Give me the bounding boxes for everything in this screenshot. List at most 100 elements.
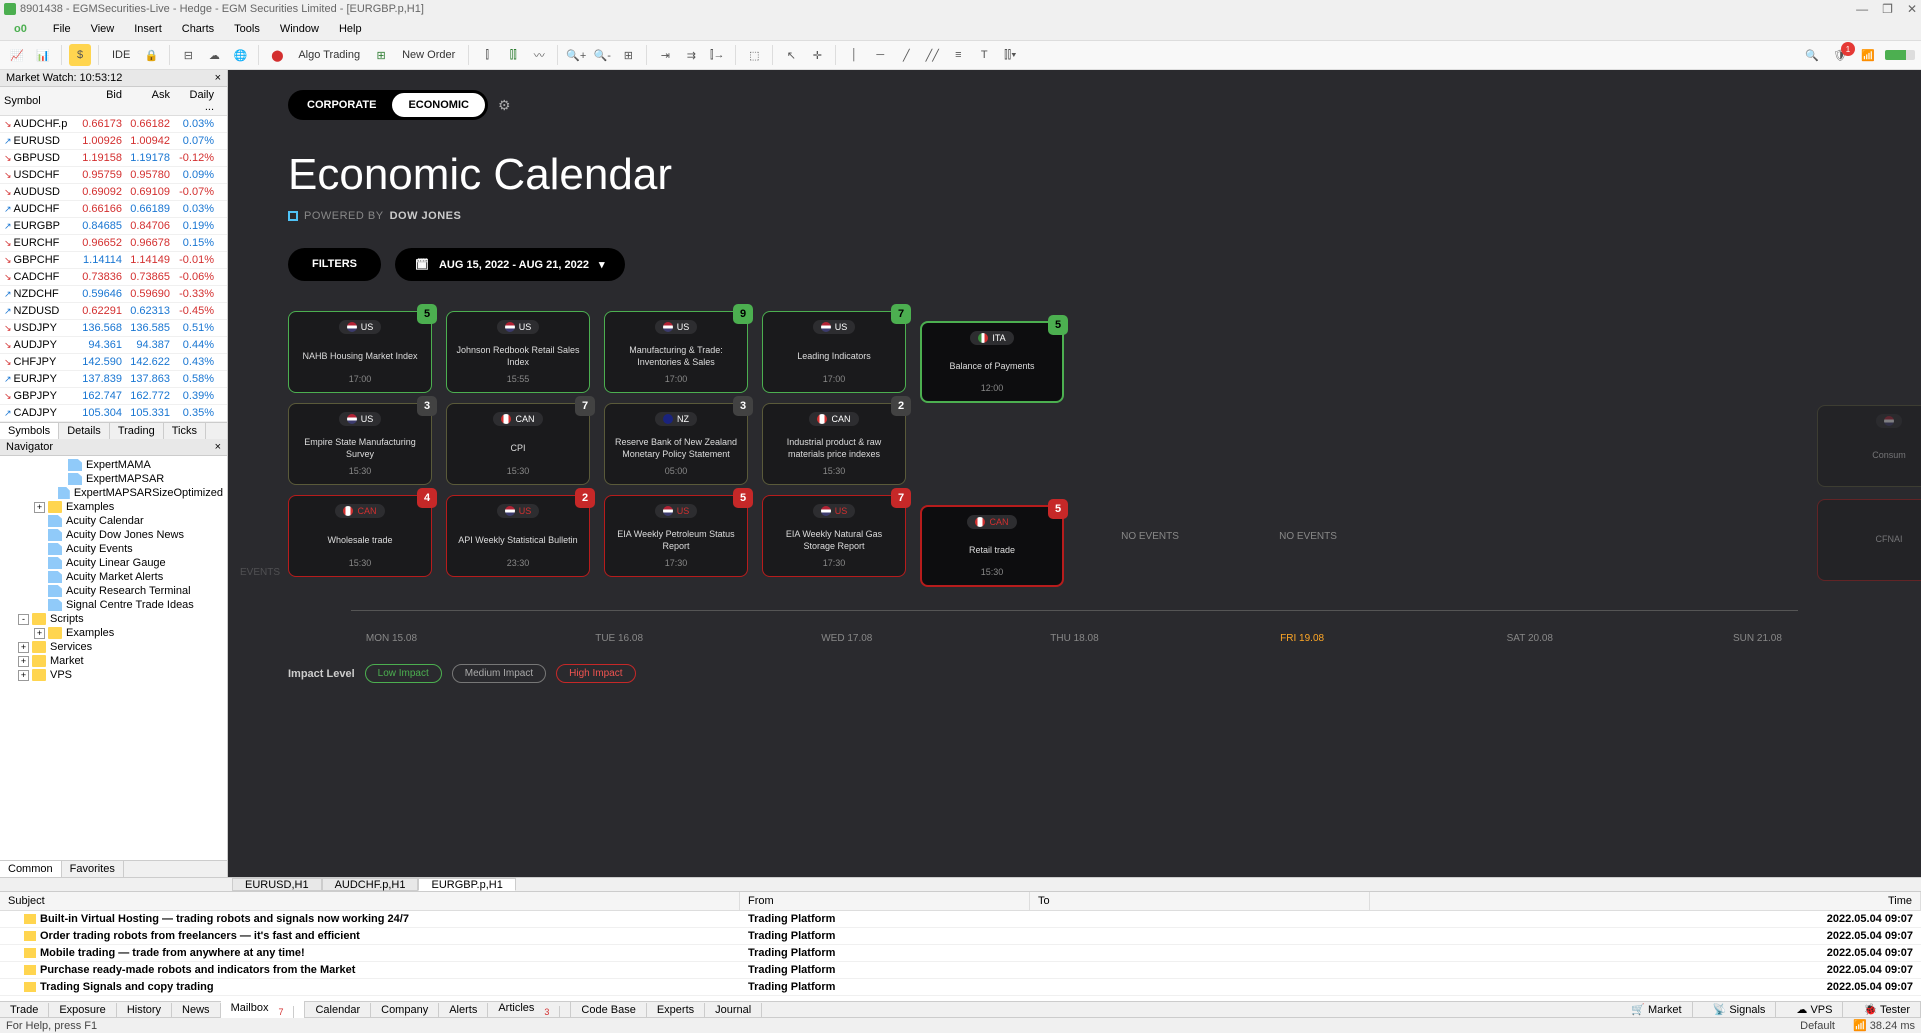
autoscroll-icon[interactable]: ⇉ [680,44,702,66]
fibo-icon[interactable]: ≡ [947,44,969,66]
event-card[interactable]: 5USNAHB Housing Market Index17:00 [288,311,432,393]
chart-tab[interactable]: EURUSD,H1 [232,878,322,891]
pill-economic[interactable]: ECONOMIC [392,93,485,117]
line-icon[interactable]: 〰 [528,44,550,66]
new-order-button[interactable]: New Order [396,47,461,63]
step-icon[interactable]: ⫿→ [706,44,728,66]
navigator-item[interactable]: ExpertMAPSAR [0,472,227,486]
market-watch-row[interactable]: ↗AUDCHF0.661660.661890.03% [0,201,227,218]
navigator-item[interactable]: +Market [0,654,227,668]
hline-icon[interactable]: ─ [869,44,891,66]
toolbox-tab[interactable]: Trade [0,1003,49,1017]
menu-tools[interactable]: Tools [226,21,268,37]
navigator-item[interactable]: Acuity Calendar [0,514,227,528]
alert-icon[interactable]: 🛡1 [1829,44,1851,66]
market-watch-row[interactable]: ↘GBPJPY162.747162.7720.39% [0,388,227,405]
trend-icon[interactable]: ╱ [895,44,917,66]
toolbox-tab[interactable]: History [117,1003,172,1017]
navigator-item[interactable]: Acuity Dow Jones News [0,528,227,542]
mailbox-row[interactable]: Trading Signals and copy tradingTrading … [0,979,1921,996]
market-watch-row[interactable]: ↘AUDCHF.p0.661730.661820.03% [0,116,227,133]
market-watch-row[interactable]: ↗NZDCHF0.596460.59690-0.33% [0,286,227,303]
toolbox-tab[interactable]: Company [371,1003,439,1017]
impact-low[interactable]: Low Impact [365,664,442,683]
toolbox-tab[interactable]: Articles3 [488,1001,571,1017]
market-watch-row[interactable]: ↘AUDUSD0.690920.69109-0.07% [0,184,227,201]
market-watch-row[interactable]: ↗EURGBP0.846850.847060.19% [0,218,227,235]
select-icon[interactable]: ⬚ [743,44,765,66]
mailbox-row[interactable]: Purchase ready-made robots and indicator… [0,962,1921,979]
toolbox-tab[interactable]: Journal [705,1003,762,1017]
navigator-item[interactable]: Signal Centre Trade Ideas [0,598,227,612]
market-watch-row[interactable]: ↘GBPCHF1.141141.14149-0.01% [0,252,227,269]
navigator-item[interactable]: -Scripts [0,612,227,626]
navigator-item[interactable]: Acuity Linear Gauge [0,556,227,570]
event-card[interactable]: 9USManufacturing & Trade: Inventories & … [604,311,748,393]
navigator-item[interactable]: +Examples [0,500,227,514]
impact-high[interactable]: High Impact [556,664,635,683]
date-range-button[interactable]: 🗓 AUG 15, 2022 - AUG 21, 2022 ▾ [395,248,625,281]
navigator-item[interactable]: Acuity Market Alerts [0,570,227,584]
cloud-icon[interactable]: ☁ [203,44,225,66]
market-watch-row[interactable]: ↗NZDUSD0.622910.62313-0.45% [0,303,227,320]
maximize-icon[interactable]: ❐ [1882,2,1893,16]
toolbox-tab[interactable]: Calendar [305,1003,371,1017]
vline-icon[interactable]: │ [843,44,865,66]
vps-link[interactable]: ☁ VPS [1786,1002,1843,1017]
crosshair-icon[interactable]: ✛ [806,44,828,66]
lock-icon[interactable]: 🔒 [140,44,162,66]
market-watch-row[interactable]: ↗EURJPY137.839137.8630.58% [0,371,227,388]
grid-icon[interactable]: ⊞ [617,44,639,66]
event-card[interactable]: 5ITABalance of Payments12:00 [920,321,1064,403]
navigator-item[interactable]: Acuity Research Terminal [0,584,227,598]
event-card[interactable]: 7USLeading Indicators17:00 [762,311,906,393]
menu-help[interactable]: Help [331,21,370,37]
toolbox-tab[interactable]: Experts [647,1003,705,1017]
market-watch-row[interactable]: ↘USDCHF0.957590.957800.09% [0,167,227,184]
chart-line-icon[interactable]: 📈 [6,44,28,66]
tab-common[interactable]: Common [0,861,62,877]
cursor-icon[interactable]: ↖ [780,44,802,66]
calendar-settings-icon[interactable]: ⚙ [498,97,511,114]
market-watch-row[interactable]: ↘GBPUSD1.191581.19178-0.12% [0,150,227,167]
chart-tab[interactable]: AUDCHF.p,H1 [322,878,419,891]
market-watch-close-icon[interactable]: × [215,72,221,84]
tab-symbols[interactable]: Symbols [0,423,59,439]
market-watch-row[interactable]: ↗EURUSD1.009261.009420.07% [0,133,227,150]
tree-icon[interactable]: ⊟ [177,44,199,66]
ide-button[interactable]: IDE [106,47,136,63]
event-card[interactable]: 7CANCPI15:30 [446,403,590,485]
dollar-icon[interactable]: $ [69,44,91,66]
impact-medium[interactable]: Medium Impact [452,664,546,683]
record-icon[interactable]: ⬤ [266,44,288,66]
event-card[interactable]: 7USEIA Weekly Natural Gas Storage Report… [762,495,906,577]
navigator-close-icon[interactable]: × [215,441,221,453]
market-watch-row[interactable]: ↗CADJPY105.304105.3310.35% [0,405,227,422]
menu-file[interactable]: File [45,21,79,37]
event-card[interactable]: 2USAPI Weekly Statistical Bulletin23:30 [446,495,590,577]
close-icon[interactable]: ✕ [1907,2,1917,16]
event-card[interactable]: 5CANRetail trade15:30 [920,505,1064,587]
event-card[interactable]: USJohnson Redbook Retail Sales Index15:5… [446,311,590,393]
mailbox-row[interactable]: Built-in Virtual Hosting — trading robot… [0,911,1921,928]
tab-ticks[interactable]: Ticks [164,423,206,439]
navigator-item[interactable]: ExpertMAMA [0,458,227,472]
navigator-item[interactable]: +Examples [0,626,227,640]
toolbox-tab[interactable]: Exposure [49,1003,116,1017]
pill-corporate[interactable]: CORPORATE [291,93,392,117]
filters-button[interactable]: FILTERS [288,248,381,281]
network-icon[interactable]: 📶 [1857,44,1879,66]
algo-trading-button[interactable]: Algo Trading [292,47,366,63]
event-card[interactable]: 5USEIA Weekly Petroleum Status Report17:… [604,495,748,577]
navigator-item[interactable]: +VPS [0,668,227,682]
mailbox-row[interactable]: Order trading robots from freelancers — … [0,928,1921,945]
navigator-item[interactable]: ExpertMAPSARSizeOptimized [0,486,227,500]
plus-icon[interactable]: ⊞ [370,44,392,66]
objects-icon[interactable]: ⫿⫿▾ [999,44,1021,66]
market-watch-row[interactable]: ↘AUDJPY94.36194.3870.44% [0,337,227,354]
event-card[interactable]: 2CANIndustrial product & raw materials p… [762,403,906,485]
menu-charts[interactable]: Charts [174,21,222,37]
menu-insert[interactable]: Insert [126,21,170,37]
text-icon[interactable]: T [973,44,995,66]
tab-trading[interactable]: Trading [110,423,164,439]
